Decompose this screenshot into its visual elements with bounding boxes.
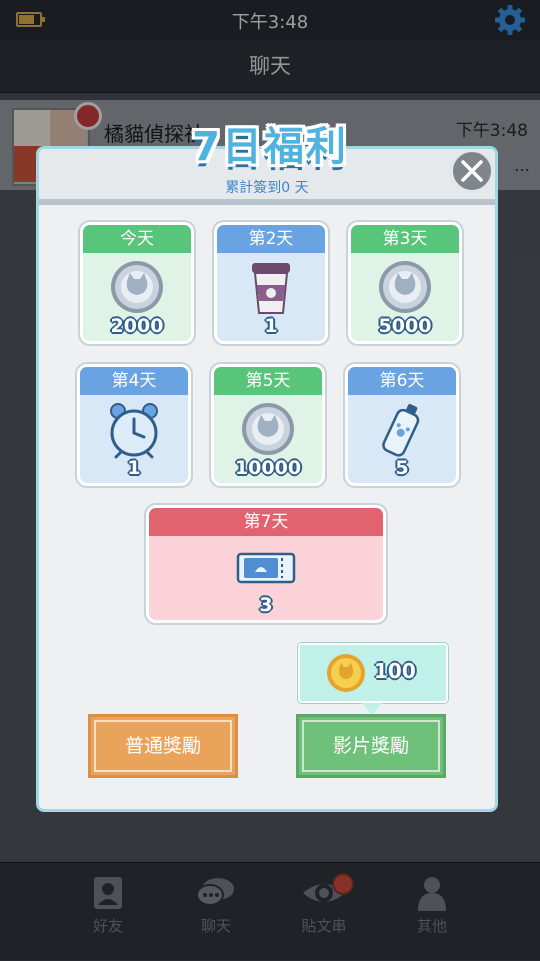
checkin-count: 累計簽到0 天 [225,180,309,196]
coin-icon [379,261,431,313]
reward-card-day-7[interactable]: 第7天 3 [146,505,386,623]
reward-amount: 3 [259,594,273,616]
reward-amount: 5 [395,457,409,479]
reward-day-label: 第3天 [351,225,459,253]
notification-badge [74,102,102,130]
reward-amount: 2000 [110,315,164,337]
nav-item-timeline[interactable]: 貼文串 [270,873,378,936]
person-icon [418,877,446,911]
reward-card-day-2[interactable]: 第2天 1 [214,222,328,344]
nav-label-chat: 聊天 [200,917,231,935]
reward-card-day-1[interactable]: 今天 2000 [80,222,194,344]
reward-amount: 1 [264,315,278,337]
nav-label-timeline: 貼文串 [301,917,347,935]
nav-label-other: 其他 [416,917,447,935]
nav-label-friends: 好友 [92,917,123,935]
reward-day-label: 第7天 [149,508,383,536]
close-icon [461,160,483,182]
page-title: 聊天 [0,40,540,93]
reward-card-day-4[interactable]: 第4天 1 [77,364,191,486]
status-time: 下午3:48 [231,12,309,33]
nav-item-chat[interactable]: 聊天 [162,875,270,936]
reward-day-label: 第6天 [348,367,456,395]
chat-bubble-icon [196,878,234,906]
nav-item-friends[interactable]: 好友 [54,875,162,936]
close-button[interactable] [450,149,494,193]
gear-icon[interactable] [494,4,526,36]
chat-time: 下午3:48 [455,121,528,141]
status-bar: 下午3:48 [0,0,540,40]
reward-amount: 10000 [234,457,302,479]
bottom-nav: 好友 聊天 貼文串 其他 [0,862,540,961]
coin-icon [111,261,163,313]
coin-icon [242,403,294,455]
contacts-icon [94,877,122,909]
coffee-cup-icon [252,263,290,314]
chat-preview: … [514,156,530,175]
reward-card-day-6[interactable]: 第6天 5 [345,364,459,486]
alarm-clock-icon [110,403,158,459]
normal-reward-button[interactable]: 普通獎勵 [88,714,238,778]
video-bonus-tooltip: 100 [298,643,448,715]
nav-item-other[interactable]: 其他 [378,875,486,936]
spray-bottle-icon [382,404,420,457]
gold-coin-icon [327,654,365,692]
reward-card-day-5[interactable]: 第5天 10000 [211,364,325,486]
reward-card-day-3[interactable]: 第3天 5000 [348,222,462,344]
reward-day-label: 第2天 [217,225,325,253]
notification-badge [332,873,354,895]
reward-day-label: 第5天 [214,367,322,395]
reward-amount: 5000 [378,315,432,337]
ticket-icon [236,552,296,584]
reward-day-label: 今天 [83,225,191,253]
video-bonus-amount: 100 [374,659,416,683]
dialog-title: 7日福利 [192,124,348,170]
reward-day-label: 第4天 [80,367,188,395]
reward-amount: 1 [127,457,141,479]
video-reward-button[interactable]: 影片獎勵 [296,714,446,778]
